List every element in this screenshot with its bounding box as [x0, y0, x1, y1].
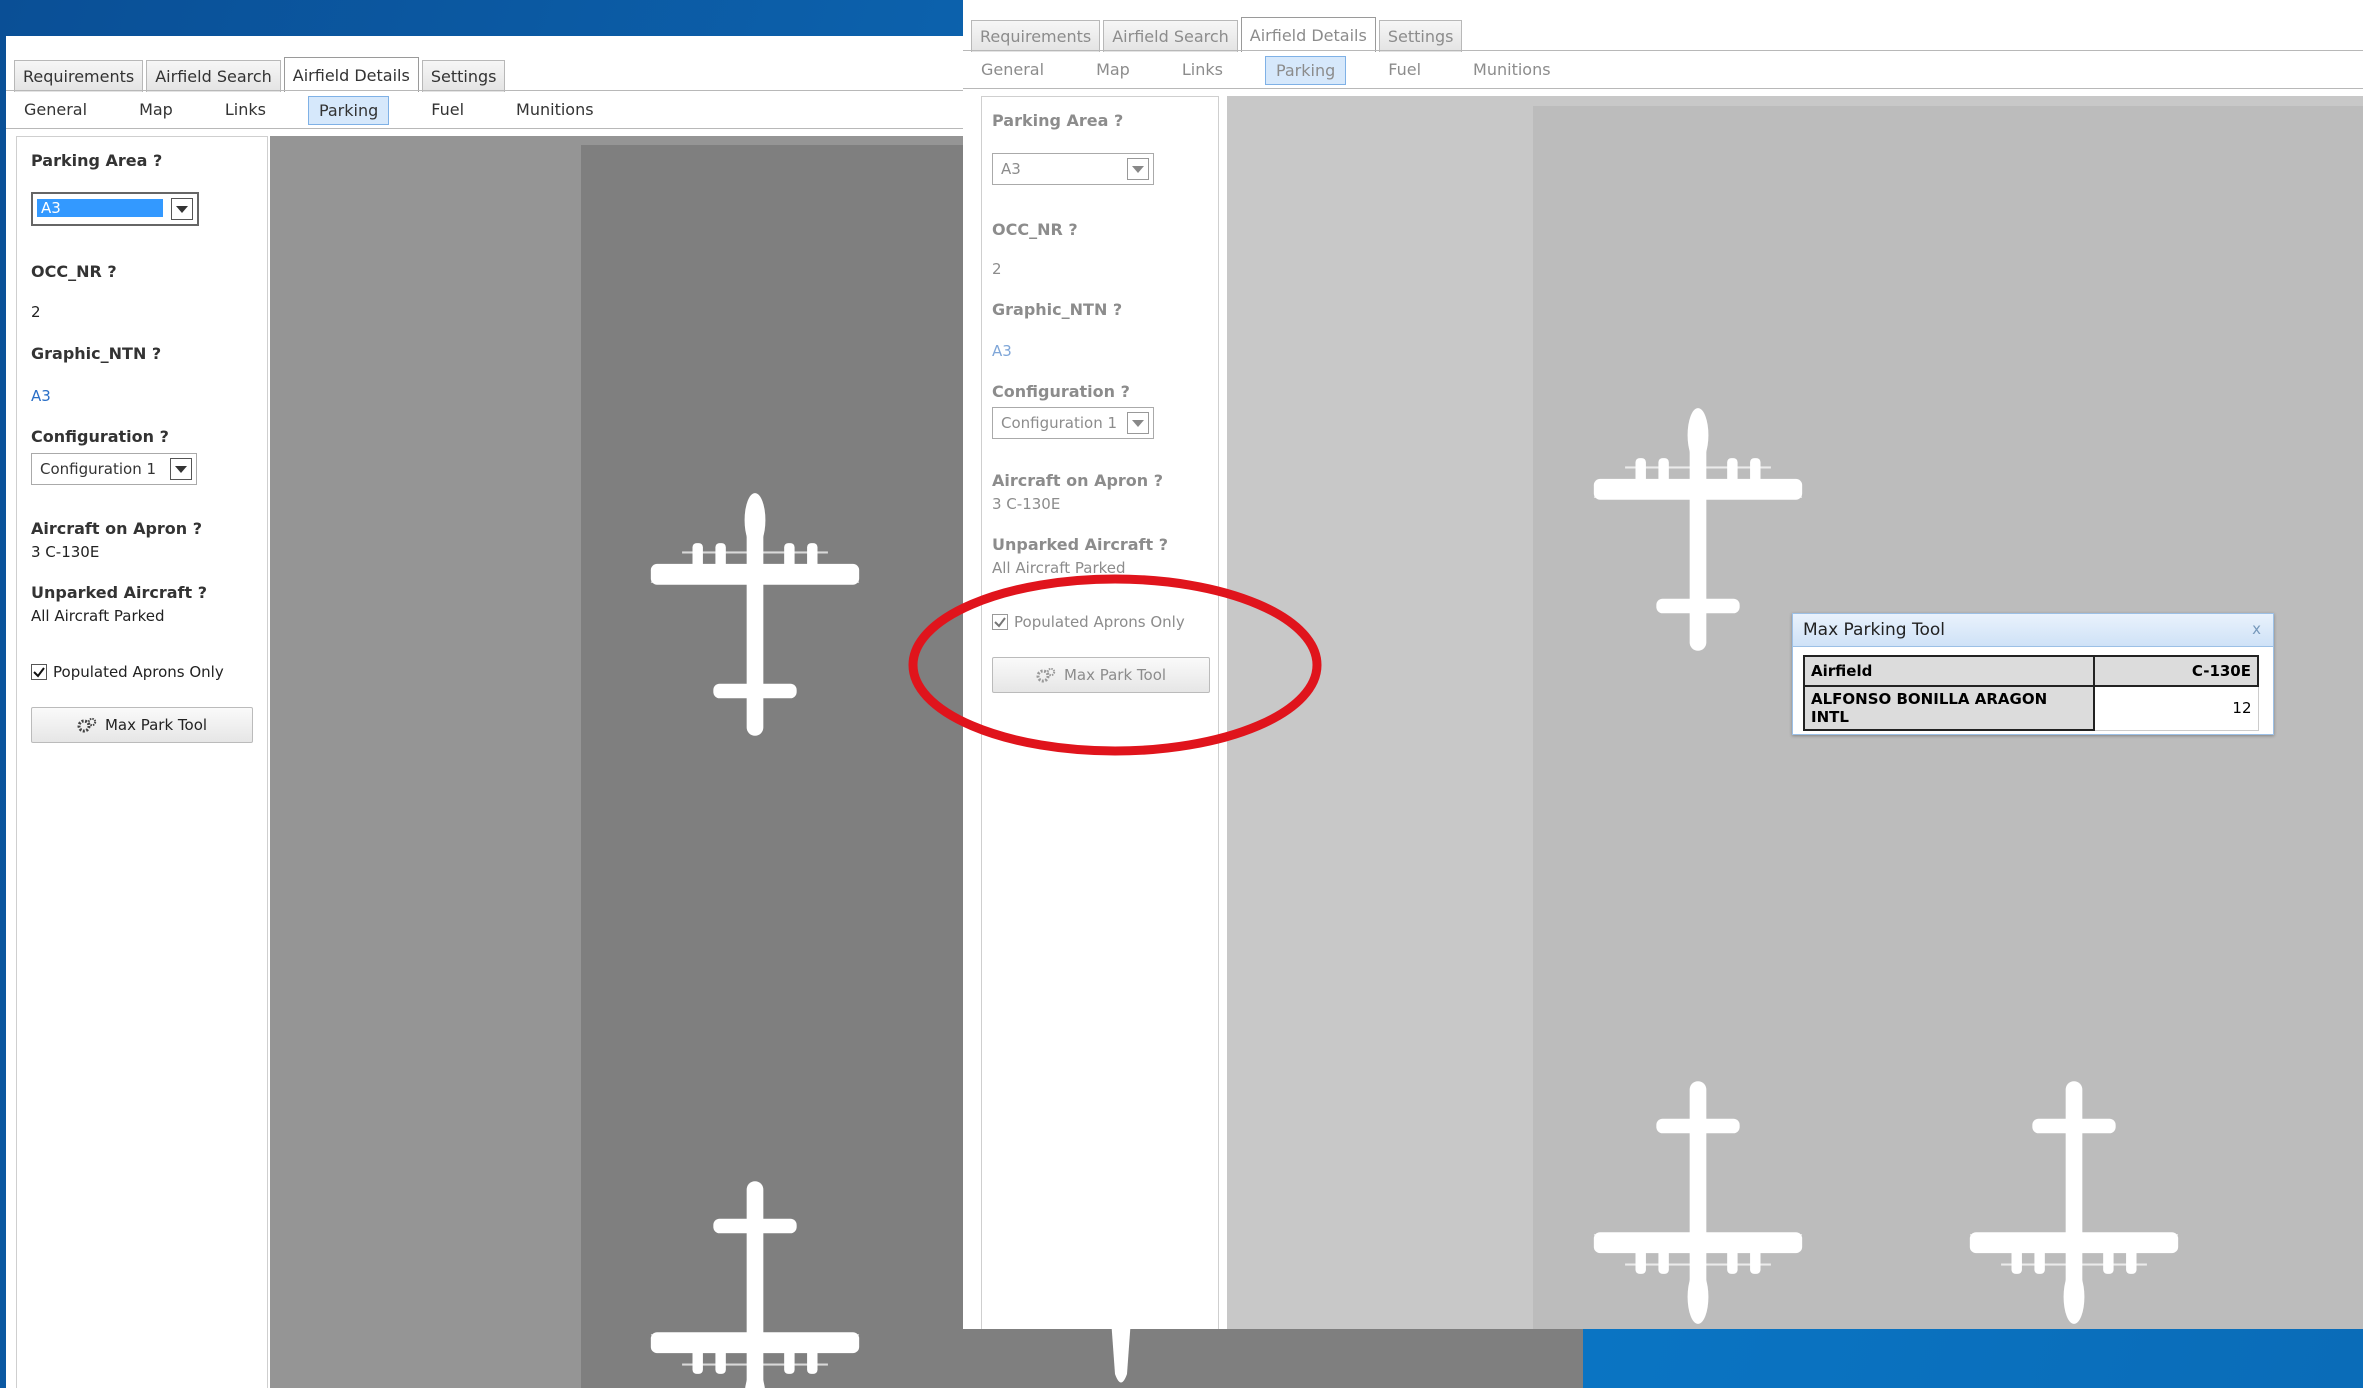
populated-aprons-checkbox[interactable]: Populated Aprons Only [31, 663, 224, 681]
sub-tabs: General Map Links Parking Fuel Munitions [971, 56, 1593, 85]
header-aircraft: C-130E [2093, 655, 2259, 687]
subtab-map[interactable]: Map [129, 96, 183, 125]
occ-nr-label: OCC_NR ? [31, 262, 117, 281]
occ-nr-value: 2 [31, 303, 41, 321]
aircraft-on-apron-value: 3 C-130E [992, 495, 1061, 513]
subtab-munitions[interactable]: Munitions [1463, 56, 1561, 85]
parking-window-before: Requirements Airfield Search Airfield De… [6, 36, 966, 1388]
aircraft-on-apron-value: 3 C-130E [31, 543, 100, 561]
chevron-down-icon[interactable] [170, 458, 192, 480]
sub-tabs: General Map Links Parking Fuel Munitions [14, 96, 636, 125]
main-tabs: Requirements Airfield Search Airfield De… [14, 57, 508, 92]
tab-requirements[interactable]: Requirements [14, 60, 144, 92]
max-parking-tool-dialog: Max Parking Tool x Airfield C-130E ALFON… [1792, 613, 2274, 735]
gears-icon [77, 717, 97, 733]
aircraft-silhouette-icon [588, 1176, 922, 1388]
aircraft-silhouette-icon [1909, 1076, 2239, 1326]
tab-settings[interactable]: Settings [1378, 20, 1463, 52]
dialog-title-bar: Max Parking Tool x [1793, 614, 2273, 647]
checkmark-icon[interactable] [31, 664, 47, 680]
subtab-fuel[interactable]: Fuel [1378, 56, 1431, 85]
aircraft-silhouette-icon [588, 491, 922, 741]
unparked-aircraft-value: All Aircraft Parked [31, 607, 165, 625]
aircraft-silhouette-icon [1111, 1329, 1131, 1383]
parking-area-label: Parking Area ? [992, 111, 1124, 130]
configuration-select[interactable]: Configuration 1 [992, 407, 1154, 439]
chevron-down-icon[interactable] [1127, 158, 1149, 180]
parking-area-label: Parking Area ? [31, 151, 163, 170]
tab-requirements[interactable]: Requirements [971, 20, 1101, 52]
highlight-ellipse [908, 574, 1322, 756]
populated-aprons-label: Populated Aprons Only [53, 663, 224, 681]
graphic-ntn-label: Graphic_NTN ? [31, 344, 162, 363]
aircraft-on-apron-label: Aircraft on Apron ? [992, 471, 1164, 490]
graphic-ntn-value: A3 [31, 387, 51, 405]
aircraft-on-apron-label: Aircraft on Apron ? [31, 519, 203, 538]
tab-airfield-details[interactable]: Airfield Details [283, 57, 419, 92]
apron-graphic [270, 136, 966, 1388]
configuration-label: Configuration ? [31, 427, 169, 446]
table-header-row: Airfield C-130E [1803, 655, 2259, 687]
dialog-title: Max Parking Tool [1803, 620, 1946, 640]
max-parking-table: Airfield C-130E ALFONSO BONILLA ARAGON I… [1803, 655, 2259, 731]
parking-area-select[interactable]: A3 [31, 192, 199, 226]
subtab-general[interactable]: General [14, 96, 97, 125]
subtab-parking[interactable]: Parking [307, 96, 390, 125]
main-tabs: Requirements Airfield Search Airfield De… [971, 17, 1465, 52]
graphic-ntn-value: A3 [992, 342, 1012, 360]
header-airfield: Airfield [1803, 655, 2095, 687]
occ-nr-label: OCC_NR ? [992, 220, 1078, 239]
chevron-down-icon[interactable] [171, 198, 193, 220]
subtab-map[interactable]: Map [1086, 56, 1140, 85]
close-icon[interactable]: x [2252, 620, 2261, 638]
tab-airfield-details[interactable]: Airfield Details [1240, 17, 1376, 52]
subtab-links[interactable]: Links [1172, 56, 1233, 85]
aircraft-silhouette-icon [1533, 1076, 1863, 1326]
table-row: ALFONSO BONILLA ARAGON INTL 12 [1803, 685, 2259, 731]
row-airfield-name: ALFONSO BONILLA ARAGON INTL [1803, 685, 2095, 731]
configuration-label: Configuration ? [992, 382, 1130, 401]
subtab-parking[interactable]: Parking [1264, 56, 1347, 85]
row-max-count: 12 [2093, 685, 2259, 731]
unparked-aircraft-label: Unparked Aircraft ? [31, 583, 207, 602]
tab-settings[interactable]: Settings [421, 60, 506, 92]
tab-airfield-search[interactable]: Airfield Search [146, 60, 281, 92]
unparked-aircraft-label: Unparked Aircraft ? [992, 535, 1168, 554]
parking-area-select[interactable]: A3 [992, 153, 1154, 185]
tab-airfield-search[interactable]: Airfield Search [1103, 20, 1238, 52]
graphic-ntn-label: Graphic_NTN ? [992, 300, 1123, 319]
chevron-down-icon[interactable] [1127, 412, 1149, 434]
parking-info-panel: Parking Area ? A3 OCC_NR ? 2 Graphic_NTN… [16, 136, 268, 1388]
subtab-munitions[interactable]: Munitions [506, 96, 604, 125]
subtab-links[interactable]: Links [215, 96, 276, 125]
max-park-tool-button[interactable]: Max Park Tool [31, 707, 253, 743]
configuration-select[interactable]: Configuration 1 [31, 453, 197, 485]
subtab-general[interactable]: General [971, 56, 1054, 85]
occ-nr-value: 2 [992, 260, 1002, 278]
apron-overflow-strip [963, 1329, 1583, 1388]
subtab-fuel[interactable]: Fuel [421, 96, 474, 125]
